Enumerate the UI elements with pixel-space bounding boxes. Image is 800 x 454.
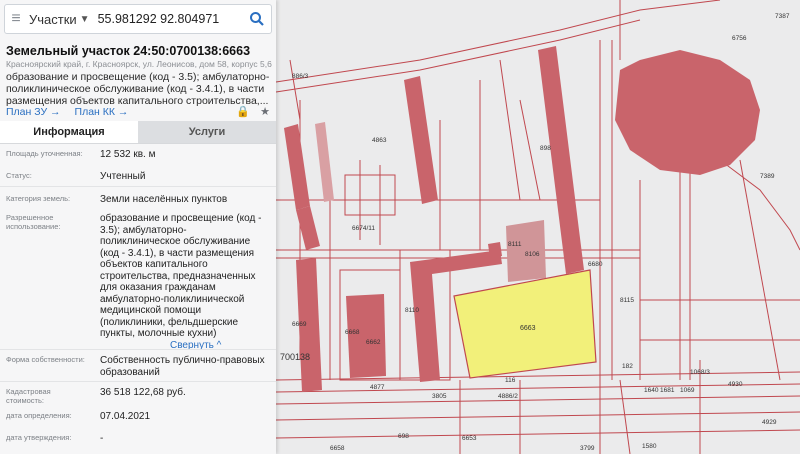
tabs: Информация Услуги	[0, 121, 276, 144]
map-label-parcel: 6663	[520, 325, 536, 332]
parcel-address: Красноярский край, г. Красноярск, ул. Ле…	[6, 59, 272, 69]
lock-icon[interactable]: 🔒	[236, 105, 250, 118]
search-bar: ≡ Участки ▼ 55.981292 92.804971	[4, 4, 272, 34]
menu-icon[interactable]: ≡	[5, 5, 27, 33]
svg-text:4863: 4863	[372, 137, 387, 144]
search-input[interactable]: 55.981292 92.804971	[92, 12, 245, 26]
tab-services[interactable]: Услуги	[138, 121, 276, 143]
star-icon[interactable]: ★	[260, 105, 270, 118]
svg-text:700138: 700138	[280, 352, 310, 362]
svg-text:6756: 6756	[732, 35, 747, 42]
parcel-purpose: образование и просвещение (код - 3.5); а…	[6, 71, 270, 107]
svg-text:1681: 1681	[660, 387, 675, 394]
svg-text:6668: 6668	[345, 329, 360, 336]
svg-text:8115: 8115	[620, 297, 634, 304]
svg-text:1068/3: 1068/3	[690, 369, 710, 376]
info-panel: ≡ Участки ▼ 55.981292 92.804971 Земельны…	[0, 0, 276, 454]
svg-text:116: 116	[505, 377, 516, 384]
svg-text:8110: 8110	[405, 307, 419, 314]
svg-text:6653: 6653	[462, 435, 477, 442]
plan-kk-link[interactable]: План КК →	[75, 106, 129, 118]
svg-text:698: 698	[398, 433, 409, 440]
svg-text:6658: 6658	[330, 445, 345, 452]
svg-text:3805: 3805	[432, 393, 447, 400]
svg-text:1580: 1580	[642, 443, 657, 450]
tab-info[interactable]: Информация	[0, 121, 138, 143]
search-icon[interactable]	[245, 7, 269, 31]
plan-zu-link[interactable]: План ЗУ →	[6, 106, 61, 118]
svg-text:1069: 1069	[680, 387, 695, 394]
chevron-down-icon: ▼	[79, 13, 90, 25]
svg-text:8111: 8111	[508, 241, 522, 248]
svg-text:182: 182	[622, 363, 633, 370]
svg-text:3799: 3799	[580, 445, 595, 452]
svg-text:7389: 7389	[760, 173, 775, 180]
svg-text:7387: 7387	[775, 13, 790, 20]
parcel-title: Земельный участок 24:50:0700138:6663	[6, 44, 251, 58]
svg-text:6669: 6669	[292, 321, 307, 328]
svg-text:8106: 8106	[525, 251, 540, 258]
svg-text:4930: 4930	[728, 381, 743, 388]
search-mode-select[interactable]: Участки ▼	[27, 12, 92, 27]
plans-links: План ЗУ → План КК → 🔒 ★	[6, 105, 270, 119]
svg-text:898: 898	[540, 145, 551, 152]
svg-text:6674/11: 6674/11	[352, 225, 375, 232]
svg-text:6662: 6662	[366, 339, 381, 346]
svg-text:4886/2: 4886/2	[498, 393, 518, 400]
svg-text:1640: 1640	[644, 387, 659, 394]
svg-text:6680: 6680	[588, 261, 603, 268]
svg-text:4929: 4929	[762, 419, 777, 426]
svg-text:4877: 4877	[370, 384, 385, 391]
svg-text:886/3: 886/3	[292, 73, 309, 80]
